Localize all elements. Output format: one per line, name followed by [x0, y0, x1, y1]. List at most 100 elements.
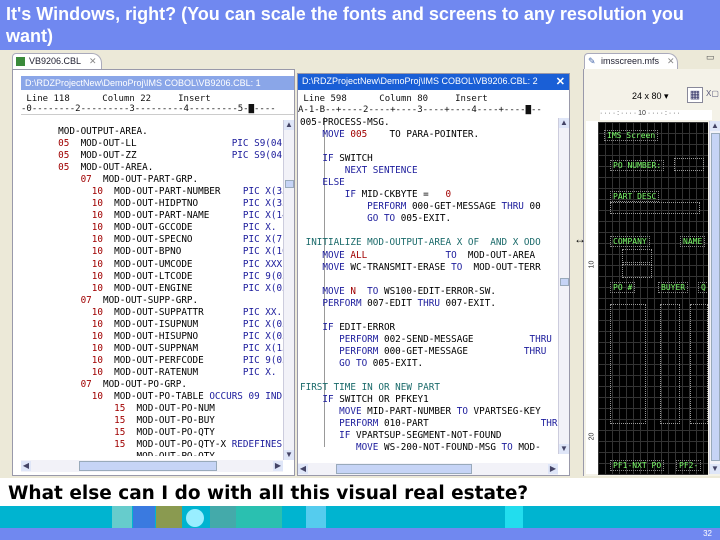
scroll-right-icon[interactable]: ▶	[548, 464, 558, 474]
input-field-box[interactable]	[610, 202, 700, 214]
code-token: PIC X.	[242, 366, 277, 378]
code-token: 10	[19, 391, 115, 403]
code-line: MOVE WS-200-NOT-FOUND-MSG TO MOD-	[300, 442, 558, 453]
close-icon[interactable]: ✕	[556, 75, 565, 88]
code-token: MOVE	[300, 285, 351, 297]
scroll-left-icon[interactable]: ◀	[21, 461, 31, 471]
table-field-box[interactable]	[610, 304, 646, 424]
minimize-icon[interactable]: ▭	[706, 52, 715, 63]
scroll-thumb[interactable]	[285, 180, 294, 188]
decorative-image	[112, 506, 132, 528]
ide-window: VB9206.CBL ✕ D:\RDZProjectNew\DemoProj\IM…	[0, 50, 720, 478]
tab-vb9206[interactable]: VB9206.CBL ✕	[12, 53, 102, 69]
scroll-down-icon[interactable]: ▼	[559, 444, 569, 454]
code-area[interactable]: 005-PROCESS-MSG. MOVE 005 TO PARA-POINTE…	[300, 117, 558, 453]
code-area[interactable]: MOD-OUTPUT-AREA. 05 MOD-OUT-LL PIC S9(04…	[19, 126, 283, 456]
code-token: VPARTSEG-KEY	[473, 406, 541, 418]
screen-field[interactable]: NAME	[680, 236, 706, 247]
screen-field[interactable]: COMPANY	[610, 236, 650, 247]
screen-field[interactable]: PO #	[610, 282, 636, 293]
code-token: 10	[19, 210, 115, 222]
scroll-thumb[interactable]	[79, 461, 217, 471]
code-token: IF	[300, 321, 340, 333]
code-line: 10 MOD-OUT-PO-TABLE OCCURS 09 INDEXED	[19, 391, 283, 403]
scroll-up-icon[interactable]: ▲	[559, 118, 569, 128]
code-token: 005-PROCESS-MSG.	[300, 117, 390, 128]
vertical-scrollbar[interactable]: ▲ ▼	[709, 121, 720, 474]
cobol-file-icon	[16, 57, 25, 66]
code-token: 05	[19, 138, 81, 150]
tab-imsscreen[interactable]: ✎ imsscreen.mfs ✕	[584, 53, 678, 69]
ims-screen-canvas[interactable]: IMS Screen PO NUMBER: PART DESC COMPANY …	[598, 122, 708, 475]
screen-field[interactable]: PF2-	[676, 460, 702, 471]
scroll-up-icon[interactable]: ▲	[710, 121, 720, 131]
grid-toggle-icon[interactable]: ▦	[687, 87, 703, 103]
code-token: 15	[19, 427, 137, 439]
code-token: 07	[19, 174, 103, 186]
code-token: THRU	[540, 418, 558, 430]
code-token: MOVE	[300, 406, 368, 418]
code-token: 10	[19, 198, 115, 210]
scroll-right-icon[interactable]: ▶	[273, 461, 283, 471]
code-line: 15 MOD-OUT-PO-NUM PIC X(	[19, 403, 283, 415]
vertical-scrollbar[interactable]: ▲ ▼	[283, 120, 294, 460]
vertical-scrollbar[interactable]: ▲ ▼	[558, 118, 569, 454]
slide-headline: What else can I do with all this visual …	[8, 483, 529, 504]
code-token: MOD-OUT-HIDPTNO	[114, 198, 243, 210]
code-token: MOD-OUT-TERR	[473, 261, 541, 273]
code-line: 10 MOD-OUT-LTCODE PIC 9(03).	[19, 271, 283, 283]
screen-field[interactable]: PO NUMBER:	[610, 160, 665, 171]
code-token: PIC S9(04) CC	[231, 150, 283, 162]
input-field-box[interactable]	[674, 158, 704, 171]
horizontal-scrollbar[interactable]: ◀ ▶	[21, 460, 283, 472]
field-tool-icon[interactable]: X▢	[706, 89, 719, 98]
horizontal-scrollbar[interactable]: ◀ ▶	[298, 463, 558, 475]
code-token: MOD-OUT-PO-QTY	[136, 427, 283, 439]
size-select-value: 24 x 80	[632, 91, 662, 101]
code-token: 10	[19, 270, 115, 282]
scroll-down-icon[interactable]: ▼	[284, 450, 294, 460]
code-token: THRU	[501, 201, 530, 213]
code-token: 10	[19, 246, 115, 258]
code-line: 15 MOD-OUT-PO-QTY-X REDEFINES	[19, 439, 283, 451]
scroll-thumb[interactable]	[560, 278, 569, 286]
editor-status: Line 598 Column 80 Insert	[298, 94, 488, 104]
middle-editor[interactable]: D:\RDZProjectNew\DemoProj\IMS COBOL\VB92…	[297, 73, 570, 476]
column-ruler: -0--------2---------3---------4---------…	[21, 104, 294, 115]
left-editor[interactable]: D:\RDZProjectNew\DemoProj\IMS COBOL\VB92…	[12, 69, 295, 476]
table-field-box[interactable]	[690, 304, 708, 424]
decorative-image	[306, 506, 326, 528]
input-field-box[interactable]	[622, 249, 652, 263]
screen-field[interactable]: BUYER	[658, 282, 689, 293]
size-select[interactable]: 24 x 80 ▾	[632, 91, 669, 102]
close-icon[interactable]: ✕	[667, 56, 675, 66]
scroll-down-icon[interactable]: ▼	[710, 464, 720, 474]
screen-field[interactable]: PART DESC	[610, 191, 660, 202]
code-token: MOD-OUT-AREA	[467, 249, 536, 261]
code-token: ELSE	[300, 177, 345, 189]
code-line: IF SWITCH	[300, 153, 558, 165]
screen-field[interactable]: IMS Screen	[604, 130, 659, 141]
code-line: MOD-OUTPUT-AREA.	[19, 126, 283, 138]
screen-field[interactable]: PF1-NXT PO	[610, 460, 665, 471]
editor-path: D:\RDZProjectNew\DemoProj\IMS COBOL\VB92…	[21, 76, 294, 90]
code-line: 10 MOD-OUT-PERFCODE PIC 9(03).	[19, 355, 283, 367]
code-line: 15 MOD-OUT-PO-BUY PIC X(3	[19, 415, 283, 427]
slide-title: It's Windows, right? (You can scale the …	[0, 0, 720, 50]
scroll-left-icon[interactable]: ◀	[298, 464, 308, 474]
code-token: PIC X(7).	[242, 234, 283, 246]
code-token: 10	[19, 354, 115, 366]
scroll-up-icon[interactable]: ▲	[284, 120, 294, 130]
code-token: 07	[19, 378, 103, 390]
code-line: 10 MOD-OUT-ISUPNUM PIC X(05).	[19, 319, 283, 331]
code-token: 005	[350, 129, 368, 141]
table-field-box[interactable]	[660, 304, 680, 424]
decorative-image	[236, 506, 282, 528]
input-field-box[interactable]	[622, 264, 652, 278]
decorative-image	[505, 506, 523, 528]
close-icon[interactable]: ✕	[89, 56, 97, 66]
code-line: MOVE 005 TO PARA-POINTER.	[300, 129, 558, 141]
scroll-thumb[interactable]	[336, 464, 472, 474]
scroll-thumb[interactable]	[711, 133, 720, 461]
screen-field[interactable]: Q	[698, 282, 708, 293]
